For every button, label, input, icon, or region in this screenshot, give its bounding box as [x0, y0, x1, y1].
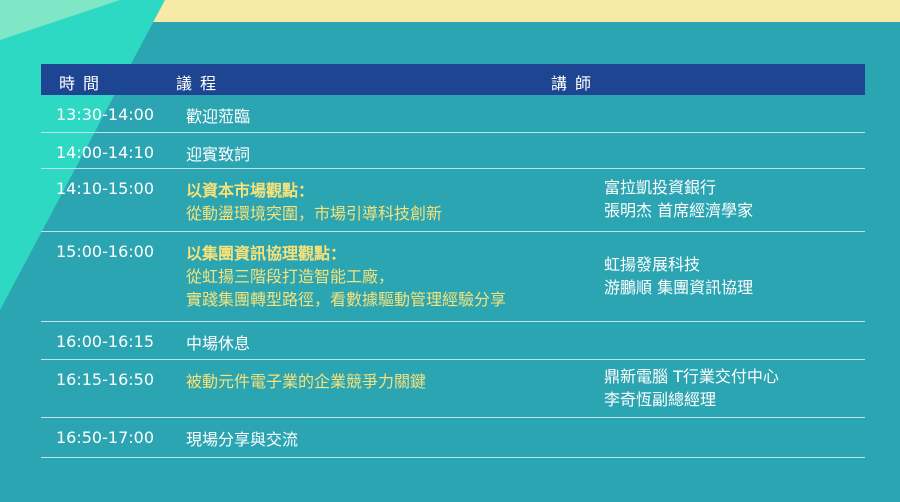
row-speaker: 富拉凱投資銀行張明杰 首席經濟學家	[604, 176, 753, 222]
topic-line: 從虹揚三階段打造智能工廠，	[186, 267, 395, 286]
row-topic: 被動元件電子業的企業競爭力關鍵	[186, 370, 426, 393]
row-topic: 現場分享與交流	[186, 428, 298, 451]
row-time: 14:00-14:10	[56, 143, 154, 162]
row-time: 14:10-15:00	[56, 179, 154, 198]
row-topic: 迎賓致詞	[186, 143, 250, 166]
topic-line: 以集團資訊協理觀點：	[186, 244, 347, 263]
row-speaker: 鼎新電腦 T行業交付中心 李奇恆副總經理	[604, 365, 779, 411]
table-row: 15:00-16:00 以集團資訊協理觀點： 從虹揚三階段打造智能工廠， 實踐集團轉型…	[41, 232, 865, 322]
header-time: 時間	[59, 74, 108, 93]
header-speaker: 講師	[551, 74, 600, 93]
topic-line: 以資本市場觀點：	[186, 181, 315, 200]
table-row: 14:00-14:10 迎賓致詞	[41, 133, 865, 169]
speaker-line: 李奇恆副總經理	[604, 390, 717, 409]
topic-line: 實踐集團轉型路徑，看數據驅動管理經驗分享	[186, 290, 507, 309]
speaker-line: 張明杰 首席經濟學家	[604, 201, 754, 220]
speaker-line: 富拉凱投資銀行	[604, 178, 717, 197]
topic-line: 被動元件電子業的企業競爭力關鍵	[186, 372, 427, 391]
row-time: 16:15-16:50	[56, 370, 154, 389]
table-row: 13:30-14:00 歡迎蒞臨	[41, 95, 865, 133]
row-speaker: 虹揚發展科技游鵬順 集團資訊協理	[604, 253, 753, 299]
topic-line: 迎賓致詞	[186, 145, 251, 164]
row-topic: 以資本市場觀點： 從動盪環境突圍，市場引導科技創新	[186, 179, 442, 225]
table-row: 16:15-16:50 被動元件電子業的企業競爭力關鍵 鼎新電腦 T行業交付中心 李奇…	[41, 360, 865, 418]
table-row: 16:00-16:15 中場休息	[41, 322, 865, 360]
speaker-line: 鼎新電腦 T行業交付中心	[604, 367, 779, 386]
table-row: 16:50-17:00 現場分享與交流	[41, 418, 865, 458]
topic-line: 從動盪環境突圍，市場引導科技創新	[186, 204, 443, 223]
header-topic: 議程	[176, 74, 225, 93]
row-time: 15:00-16:00	[56, 242, 154, 261]
row-topic: 中場休息	[186, 332, 250, 355]
agenda-table: 時間 議程 講師 13:30-14:00 歡迎蒞臨 14:00-14:10 迎賓致詞 1…	[41, 64, 865, 458]
topic-line: 中場休息	[186, 334, 251, 353]
table-row: 14:10-15:00 以資本市場觀點： 從動盪環境突圍，市場引導科技創新 富拉凱投資…	[41, 169, 865, 232]
table-body: 13:30-14:00 歡迎蒞臨 14:00-14:10 迎賓致詞 14:10-15:0…	[41, 95, 865, 458]
row-topic: 以集團資訊協理觀點： 從虹揚三階段打造智能工廠， 實踐集團轉型路徑，看數據驅動管理經…	[186, 242, 506, 311]
row-time: 13:30-14:00	[56, 105, 154, 124]
speaker-line: 虹揚發展科技	[604, 255, 701, 274]
row-topic: 歡迎蒞臨	[186, 105, 250, 128]
row-time: 16:00-16:15	[56, 332, 154, 351]
row-time: 16:50-17:00	[56, 428, 154, 447]
topic-line: 現場分享與交流	[186, 430, 299, 449]
table-header: 時間 議程 講師	[41, 64, 865, 95]
topic-line: 歡迎蒞臨	[186, 107, 251, 126]
speaker-line: 游鵬順 集團資訊協理	[604, 278, 754, 297]
